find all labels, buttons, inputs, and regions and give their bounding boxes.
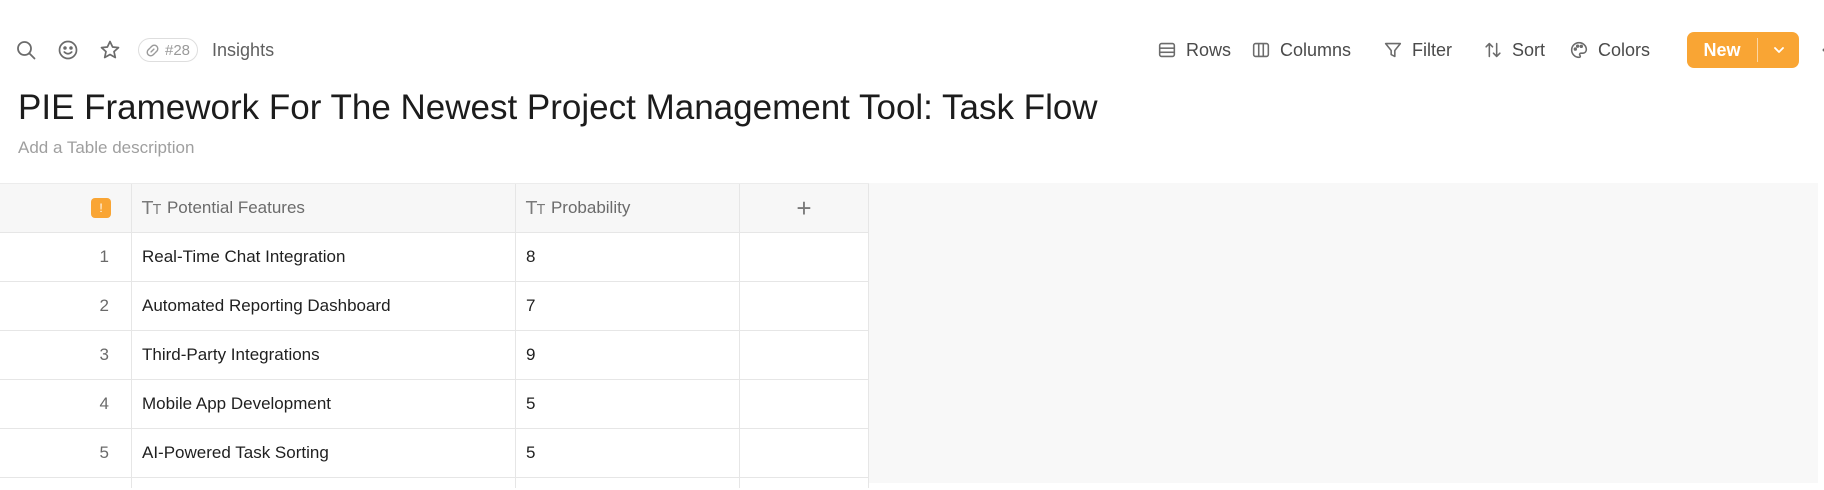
- page: #28 Insights Rows Columns Filter Sort Co…: [0, 0, 1824, 490]
- column-header-potential-features[interactable]: TT Potential Features: [132, 184, 516, 232]
- new-dropdown-button[interactable]: [1758, 32, 1799, 68]
- feature-cell[interactable]: Third-Party Integrations: [132, 331, 516, 379]
- rows-button[interactable]: Rows: [1156, 30, 1231, 70]
- filter-button[interactable]: Filter: [1382, 30, 1452, 70]
- plus-icon: +: [796, 192, 812, 223]
- rows-icon: [1158, 42, 1176, 58]
- link-icon: [146, 44, 159, 56]
- breadcrumb-insights[interactable]: Insights: [212, 40, 274, 61]
- chevron-down-icon: [1773, 47, 1784, 53]
- table-row[interactable]: 1 Real-Time Chat Integration 8: [0, 233, 869, 282]
- empty-cell: [740, 233, 869, 281]
- row-number: 3: [0, 331, 132, 379]
- column-header-label: Probability: [550, 198, 631, 217]
- table-row[interactable]: 3 Third-Party Integrations 9: [0, 331, 869, 380]
- feature-cell[interactable]: AI-Powered Task Sorting: [132, 429, 516, 477]
- record-id-badge[interactable]: #28: [138, 38, 199, 62]
- row-number: 2: [0, 282, 132, 330]
- table-row[interactable]: 2 Automated Reporting Dashboard 7: [0, 282, 869, 331]
- star-icon[interactable]: [96, 36, 124, 64]
- record-id: #28: [165, 41, 191, 59]
- sort-button[interactable]: Sort: [1482, 30, 1545, 70]
- probability-cell[interactable]: 5: [516, 380, 740, 428]
- rows-label: Rows: [1186, 39, 1232, 60]
- probability-cell[interactable]: 8: [516, 233, 740, 281]
- table-row[interactable]: 5 AI-Powered Task Sorting 5: [0, 429, 869, 478]
- new-button[interactable]: New: [1687, 32, 1757, 68]
- palette-icon: [1570, 41, 1588, 59]
- table-row[interactable]: 4 Mobile App Development 5: [0, 380, 869, 429]
- toolbar-left: #28 Insights: [12, 30, 274, 70]
- feature-cell[interactable]: Mobile App Development: [132, 380, 516, 428]
- row-number: 4: [0, 380, 132, 428]
- row-selector-header[interactable]: !: [0, 184, 132, 232]
- empty-cell: [740, 331, 869, 379]
- more-horizontal-icon: [1822, 48, 1824, 52]
- columns-icon: [1252, 42, 1270, 58]
- data-table: ! TT Potential Features TT Probability +…: [0, 183, 869, 488]
- colors-label: Colors: [1598, 39, 1651, 60]
- columns-button[interactable]: Columns: [1250, 30, 1351, 70]
- empty-cell: [740, 282, 869, 330]
- empty-cell: [516, 478, 740, 488]
- table-description-placeholder[interactable]: Add a Table description: [18, 138, 194, 158]
- row-number: 5: [0, 429, 132, 477]
- empty-cell: [740, 478, 869, 488]
- filter-label: Filter: [1412, 39, 1452, 60]
- row-select-all-checkbox[interactable]: !: [91, 198, 111, 218]
- page-title[interactable]: PIE Framework For The Newest Project Man…: [18, 88, 1098, 128]
- empty-cell: [0, 478, 132, 488]
- probability-cell[interactable]: 7: [516, 282, 740, 330]
- text-type-icon: TT: [526, 197, 545, 219]
- text-type-icon: TT: [142, 197, 161, 219]
- column-header-probability[interactable]: TT Probability: [516, 184, 740, 232]
- probability-cell[interactable]: 9: [516, 331, 740, 379]
- filter-icon: [1384, 42, 1402, 58]
- toolbar-right: Rows Columns Filter Sort Colors New: [1064, 30, 1824, 70]
- empty-cell: [740, 429, 869, 477]
- feature-cell[interactable]: Real-Time Chat Integration: [132, 233, 516, 281]
- colors-button[interactable]: Colors: [1568, 30, 1650, 70]
- table-row-partial: [0, 478, 869, 488]
- column-header-label: Potential Features: [166, 198, 305, 217]
- search-icon[interactable]: [12, 36, 40, 64]
- new-button-group: New: [1687, 32, 1799, 68]
- table-area: ! TT Potential Features TT Probability +…: [0, 183, 1818, 488]
- sort-label: Sort: [1512, 39, 1546, 60]
- feature-cell[interactable]: Automated Reporting Dashboard: [132, 282, 516, 330]
- probability-cell[interactable]: 5: [516, 429, 740, 477]
- empty-cell: [132, 478, 516, 488]
- table-header-row: ! TT Potential Features TT Probability +: [0, 184, 869, 233]
- emoji-icon[interactable]: [54, 36, 82, 64]
- row-number: 1: [0, 233, 132, 281]
- top-toolbar: #28 Insights Rows Columns Filter Sort Co…: [0, 30, 1824, 70]
- columns-label: Columns: [1280, 39, 1352, 60]
- sort-icon: [1485, 42, 1501, 58]
- empty-cell: [740, 380, 869, 428]
- add-column-button[interactable]: +: [740, 184, 869, 232]
- more-button[interactable]: [1816, 30, 1824, 70]
